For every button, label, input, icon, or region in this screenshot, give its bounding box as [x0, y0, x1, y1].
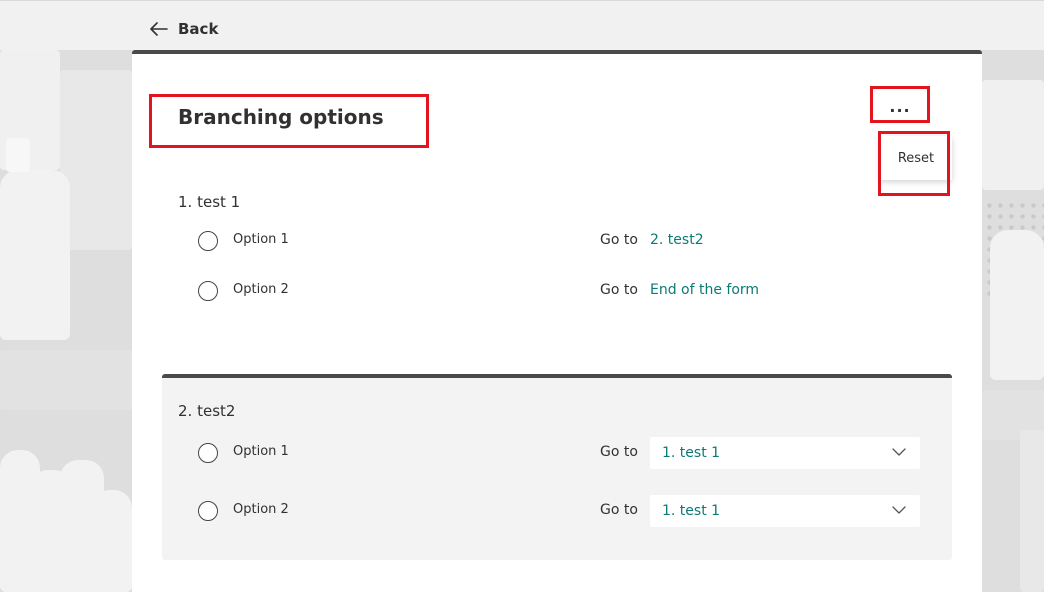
back-label: Back: [178, 20, 219, 38]
option-label: Option 1: [233, 232, 289, 247]
bg-bottle: [990, 230, 1044, 380]
bg-bottle: [92, 490, 132, 592]
bg-box: [60, 70, 132, 250]
question-title: 1. test 1: [178, 193, 241, 211]
option-label: Option 1: [233, 444, 289, 459]
goto-label: Go to: [600, 232, 638, 248]
dropdown-value: 1. test 1: [662, 503, 721, 519]
branch-target-link[interactable]: 2. test2: [650, 232, 704, 248]
chevron-down-icon: [892, 506, 906, 514]
branch-target-dropdown[interactable]: 1. test 1: [650, 437, 920, 469]
more-button-highlight-box: [870, 86, 930, 123]
option-radio[interactable]: [198, 443, 218, 463]
dropdown-value: 1. test 1: [662, 445, 721, 461]
goto-label: Go to: [600, 444, 638, 460]
goto-label: Go to: [600, 502, 638, 518]
branch-target-link[interactable]: End of the form: [650, 282, 759, 298]
top-bar: Back: [0, 0, 1044, 50]
bg-shelf: [0, 350, 132, 410]
bg-bottle: [0, 170, 70, 340]
arrow-left-icon: [150, 22, 168, 36]
branching-panel: Branching options ... Reset 1. test 1 Op…: [132, 50, 982, 592]
option-label: Option 2: [233, 502, 289, 517]
chevron-down-icon: [892, 448, 906, 456]
option-row: Option 1 Go to 2. test2: [198, 229, 918, 253]
option-radio[interactable]: [198, 231, 218, 251]
branch-target-dropdown[interactable]: 1. test 1: [650, 495, 920, 527]
back-button[interactable]: Back: [150, 18, 218, 40]
bg-box: [982, 80, 1044, 190]
question-title: 2. test2: [178, 402, 236, 420]
bg-cap: [6, 138, 30, 172]
option-row: Option 2 Go to End of the form: [198, 279, 918, 303]
question-card-active: 2. test2 Option 1 Go to 1. test 1 Option…: [162, 374, 952, 560]
option-radio[interactable]: [198, 501, 218, 521]
goto-label: Go to: [600, 282, 638, 298]
option-label: Option 2: [233, 282, 289, 297]
option-radio[interactable]: [198, 281, 218, 301]
reset-highlight-box: [878, 131, 950, 196]
bg-box: [1020, 430, 1044, 592]
title-highlight-box: [149, 94, 429, 148]
